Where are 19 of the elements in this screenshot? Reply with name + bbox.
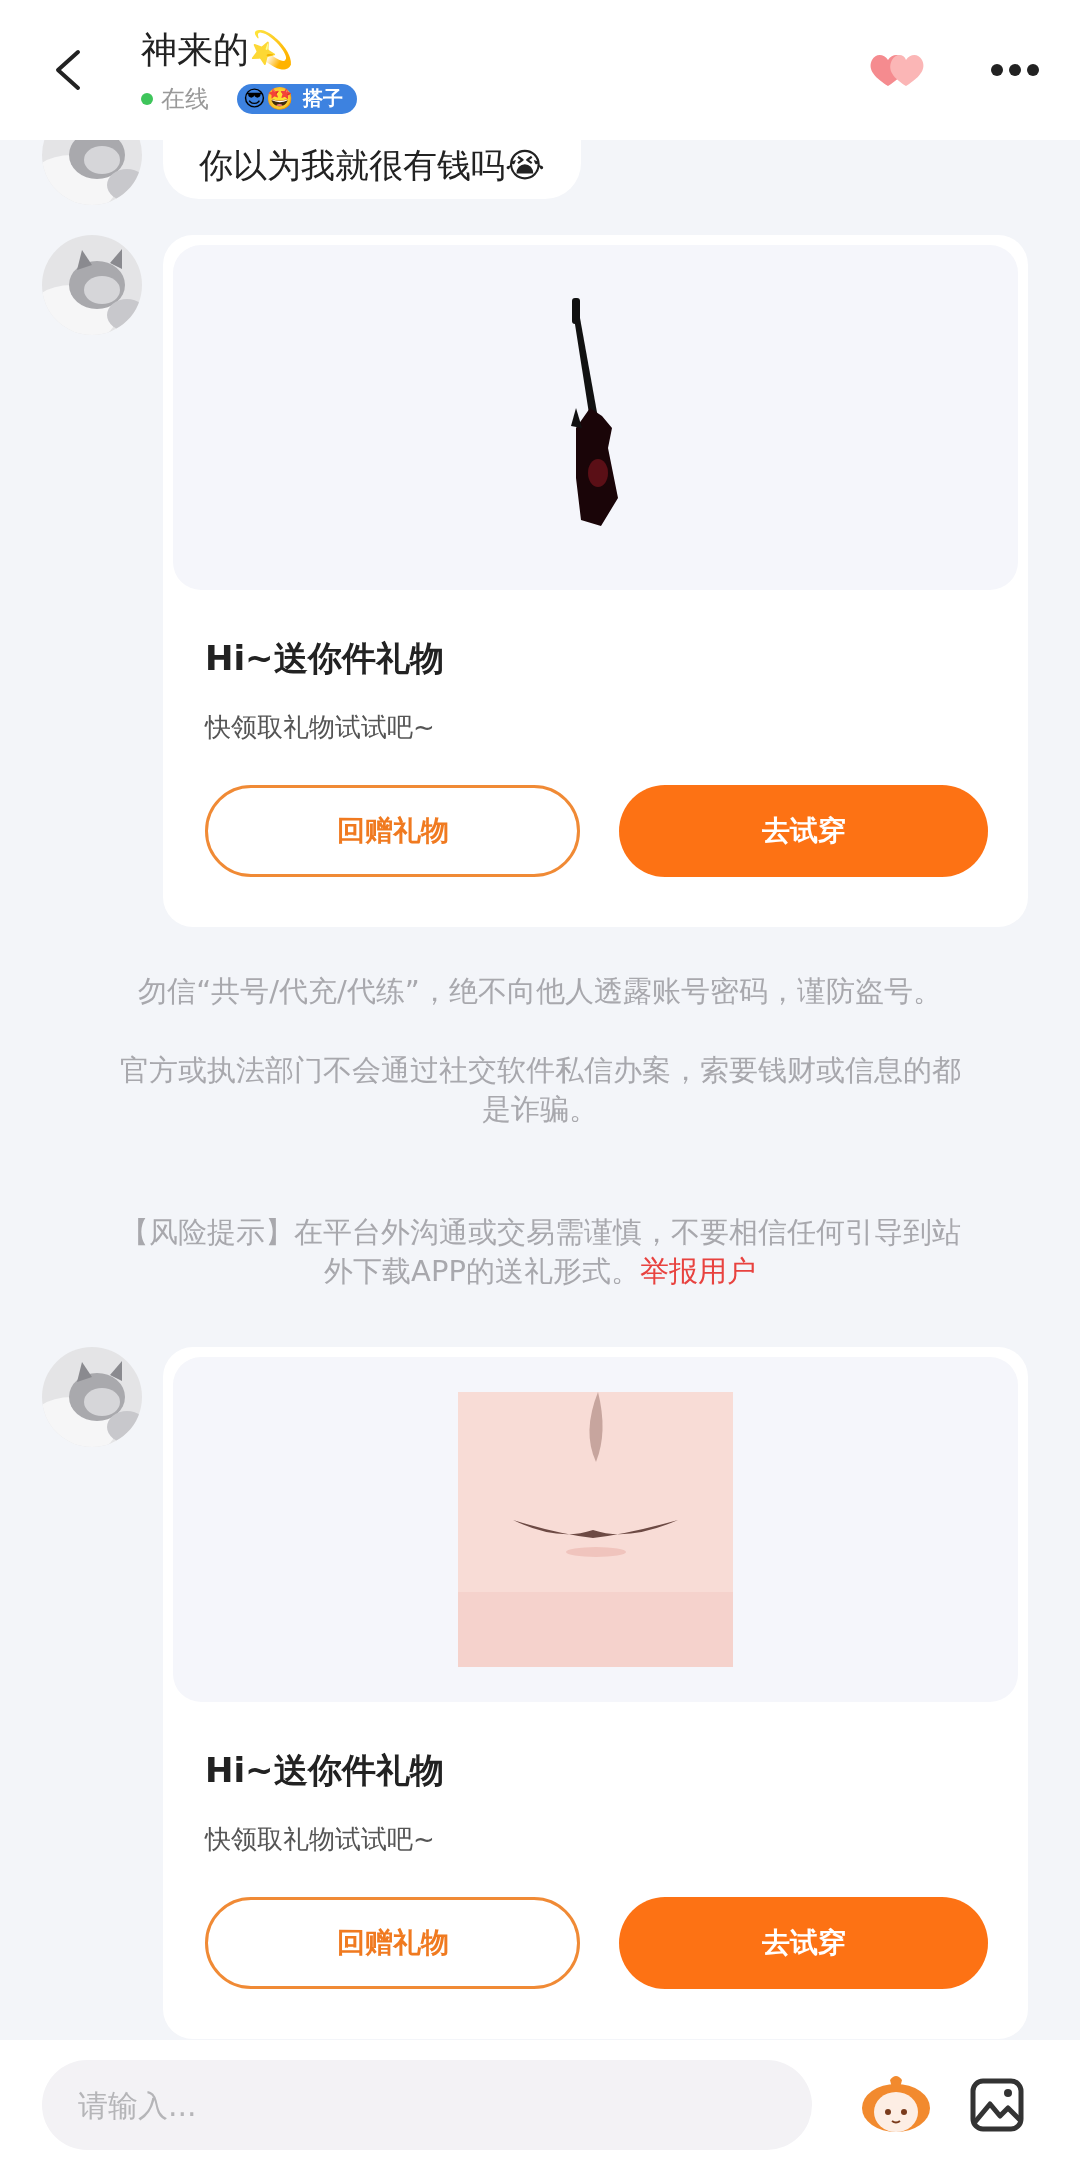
return-gift-button[interactable]: 回赠礼物	[205, 785, 580, 877]
try-on-button[interactable]: 去试穿	[619, 785, 988, 877]
gift-subtitle: 快领取礼物试试吧~	[205, 711, 436, 744]
report-link[interactable]: 举报用户	[639, 1254, 756, 1288]
safety-notice: 官方或执法部门不会通过社交软件私信办案，索要钱财或信息的都是诈骗。	[118, 1052, 962, 1128]
safety-notice: 【风险提示】在平台外沟通或交易需谨慎，不要相信任何引导到站外下载APP的送礼形式。举报用户	[118, 1214, 962, 1290]
gift-title: Hi~送你件礼物	[205, 1749, 445, 1792]
gift-subtitle: 快领取礼物试试吧~	[205, 1823, 436, 1856]
chat-title: 神来的💫	[141, 27, 295, 72]
relation-tag: 😎🤩 搭子	[237, 83, 357, 114]
message-bubble: 你以为我就很有钱吗😭	[163, 140, 581, 199]
more-icon[interactable]	[990, 63, 1040, 77]
return-gift-button[interactable]: 回赠礼物	[205, 1897, 580, 1989]
status-text: 在线	[161, 83, 209, 115]
try-on-button[interactable]: 去试穿	[619, 1897, 988, 1989]
gift-title: Hi~送你件礼物	[205, 637, 445, 680]
message-input[interactable]: 请输入...	[42, 2060, 812, 2150]
safety-notice: 勿信“共号/代充/代练”，绝不向他人透露账号密码，谨防盗号。	[137, 973, 943, 1010]
image-icon[interactable]	[970, 2078, 1024, 2132]
